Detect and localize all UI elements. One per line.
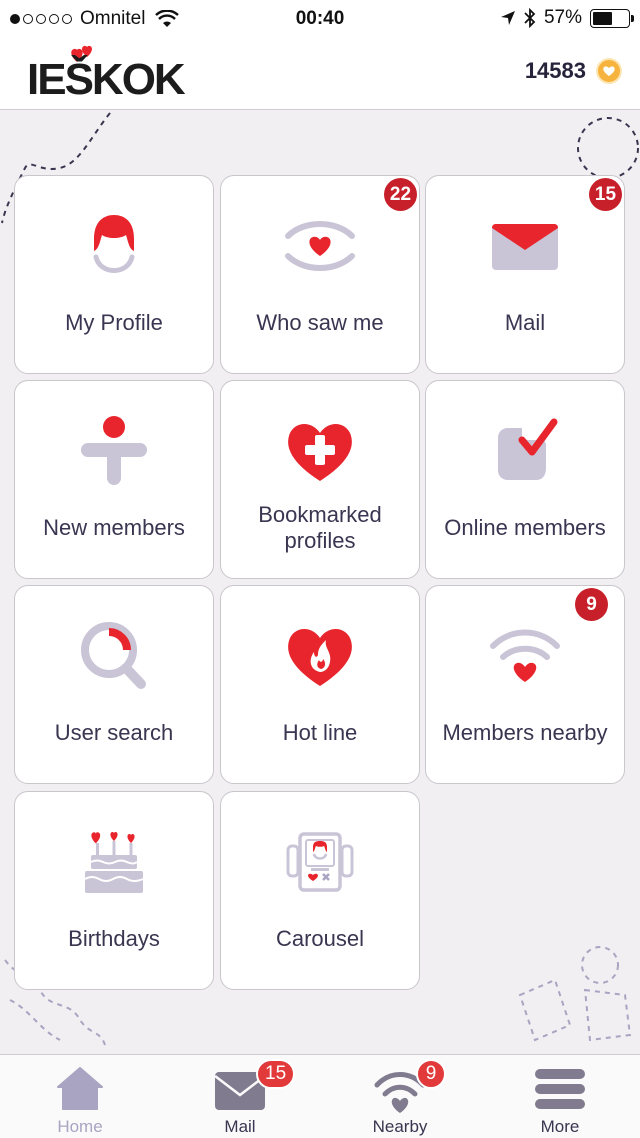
tile-my-profile[interactable]: My Profile (14, 175, 214, 374)
tab-more[interactable]: More (480, 1055, 640, 1138)
bottom-tab-bar: Home 15 Mail 9 Nearby More (0, 1054, 640, 1138)
new-member-icon (81, 416, 147, 485)
tile-mail[interactable]: Mail 15 (425, 175, 625, 374)
coin-count: 14583 (524, 58, 586, 83)
magnifier-icon (81, 622, 146, 689)
notification-badge: 9 (575, 588, 608, 621)
home-icon (57, 1067, 103, 1110)
tab-home[interactable]: Home (0, 1055, 160, 1138)
tile-label: Bookmarked profiles (258, 502, 382, 553)
tile-label: New members (43, 515, 185, 540)
app-logo: IEŠKOK (27, 55, 186, 104)
profile-icon (93, 215, 135, 273)
tab-label: More (540, 1117, 580, 1136)
notification-badge: 9 (416, 1059, 446, 1089)
wifi-heart-icon (490, 629, 560, 682)
tile-who-saw-me[interactable]: Who saw me 22 (220, 175, 420, 374)
tab-nearby[interactable]: 9 Nearby (320, 1055, 480, 1138)
location-arrow-icon (500, 11, 515, 25)
tile-hot-line[interactable]: Hot line (220, 585, 420, 784)
tile-label: User search (54, 720, 174, 745)
tile-members-nearby[interactable]: Members nearby 9 (425, 585, 625, 784)
tab-label: Mail (224, 1117, 256, 1136)
battery-icon (590, 8, 634, 28)
menu-icon (535, 1069, 585, 1109)
heart-plus-icon (288, 424, 352, 481)
envelope-icon (492, 224, 558, 270)
tab-mail[interactable]: 15 Mail (160, 1055, 320, 1138)
battery-percent: 57% (543, 7, 582, 28)
tile-carousel[interactable]: Carousel (220, 791, 420, 990)
online-check-icon (498, 418, 558, 480)
tile-label: Mail (504, 310, 546, 335)
coin-icon (596, 58, 622, 84)
notification-badge: 22 (384, 178, 417, 211)
cake-icon (84, 832, 144, 893)
heart-flame-icon (288, 629, 352, 686)
tile-label: Online members (444, 515, 606, 540)
tile-online-members[interactable]: Online members (425, 380, 625, 579)
tile-label: Who saw me (256, 310, 384, 335)
tab-label: Nearby (372, 1117, 428, 1136)
status-bar: Omnitel 00:40 57% (0, 0, 640, 38)
tile-label: Members nearby (442, 720, 608, 745)
notification-badge: 15 (589, 178, 622, 211)
app-header: IEŠKOK 14583 (0, 38, 640, 110)
tile-label: Hot line (282, 720, 358, 745)
tile-bookmarked-profiles[interactable]: Bookmarked profiles (220, 380, 420, 579)
carousel-icon (286, 832, 354, 892)
tab-label: Home (57, 1117, 103, 1136)
coin-balance[interactable]: 14583 (525, 58, 622, 84)
tile-user-search[interactable]: User search (14, 585, 214, 784)
notification-badge: 15 (256, 1059, 296, 1089)
tile-label: My Profile (65, 310, 163, 335)
tile-label: Birthdays (68, 926, 160, 951)
tile-label: Carousel (275, 926, 365, 951)
background-doodle-icon (518, 946, 632, 1042)
bluetooth-icon (524, 8, 536, 28)
tile-new-members[interactable]: New members (14, 380, 214, 579)
eye-heart-icon (285, 221, 355, 271)
tile-birthdays[interactable]: Birthdays (14, 791, 214, 990)
